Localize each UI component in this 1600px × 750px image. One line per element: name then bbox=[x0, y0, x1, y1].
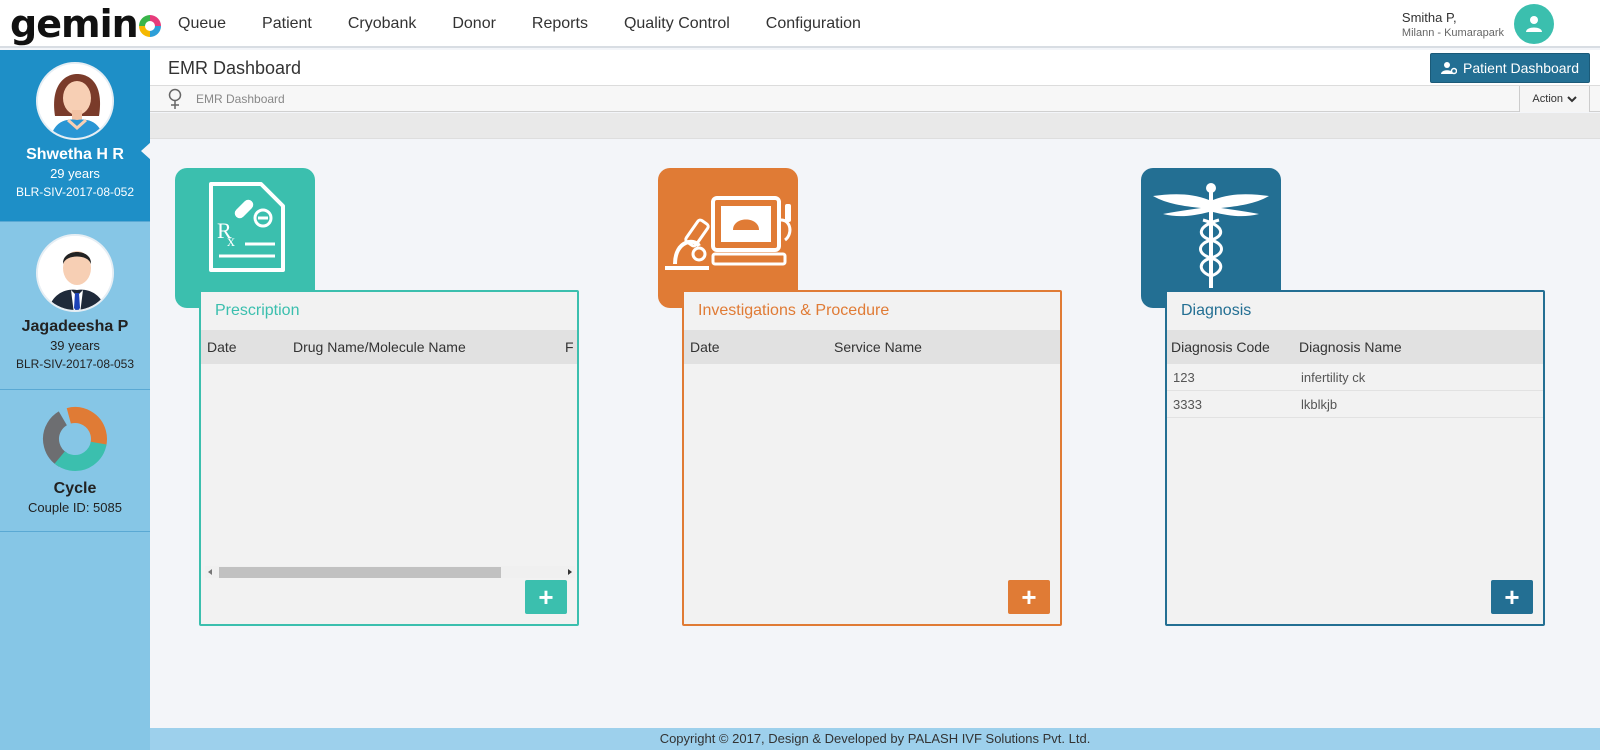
cycle-icon bbox=[43, 407, 107, 471]
prescription-panel: Prescription Date Drug Name/Molecule Nam… bbox=[199, 290, 579, 626]
male-patient-card[interactable]: Jagadeesha P 39 years BLR-SIV-2017-08-05… bbox=[0, 222, 150, 390]
diagnosis-name: lkblkjb bbox=[1301, 396, 1338, 412]
investigations-table-header: Date Service Name bbox=[684, 330, 1060, 364]
nav-configuration[interactable]: Configuration bbox=[766, 15, 861, 33]
breadcrumb: EMR Dashboard bbox=[196, 92, 285, 106]
investigations-tile[interactable] bbox=[658, 168, 798, 308]
cycle-card[interactable]: Cycle Couple ID: 5085 bbox=[0, 390, 150, 532]
diagnosis-code: 123 bbox=[1173, 369, 1195, 385]
male-avatar bbox=[36, 234, 114, 312]
breadcrumb-bar: EMR Dashboard Action bbox=[150, 86, 1600, 112]
column-service-name: Service Name bbox=[834, 339, 922, 355]
prescription-table-header: Date Drug Name/Molecule Name F bbox=[201, 330, 577, 364]
user-location: Milann - Kumarapark bbox=[1401, 27, 1504, 39]
scrollbar-thumb[interactable] bbox=[219, 567, 501, 578]
patient-sidebar: Shwetha H R 29 years BLR-SIV-2017-08-052… bbox=[0, 50, 151, 750]
nav-patient[interactable]: Patient bbox=[262, 15, 312, 33]
chevron-down-icon bbox=[1567, 96, 1577, 103]
male-avatar-icon bbox=[38, 236, 112, 310]
column-date: Date bbox=[207, 339, 237, 355]
page-title: EMR Dashboard bbox=[168, 58, 302, 78]
female-symbol-icon bbox=[168, 88, 182, 109]
diagnosis-title: Diagnosis bbox=[1167, 292, 1543, 330]
diagnosis-name: infertility ck bbox=[1301, 369, 1366, 385]
action-label: Action bbox=[1532, 93, 1563, 105]
scroll-right-icon[interactable] bbox=[568, 569, 572, 575]
add-investigation-button[interactable]: + bbox=[1008, 580, 1050, 614]
nav-cryobank[interactable]: Cryobank bbox=[348, 15, 416, 33]
caduceus-icon bbox=[1153, 183, 1269, 288]
user-icon bbox=[1526, 16, 1542, 32]
female-patient-id: BLR-SIV-2017-08-052 bbox=[15, 185, 135, 199]
gemino-logo[interactable]: gemin bbox=[10, 2, 161, 46]
user-avatar[interactable] bbox=[1514, 4, 1554, 44]
couple-id: Couple ID: 5085 bbox=[28, 500, 122, 515]
main-nav: Queue Patient Cryobank Donor Reports Qua… bbox=[160, 0, 879, 48]
user-name: Smitha P, bbox=[1401, 10, 1457, 25]
column-date: Date bbox=[690, 339, 720, 355]
patient-dashboard-button[interactable]: Patient Dashboard bbox=[1430, 53, 1590, 83]
diagnosis-code: 3333 bbox=[1173, 396, 1202, 412]
column-diagnosis-name: Diagnosis Name bbox=[1299, 339, 1402, 355]
action-dropdown[interactable]: Action bbox=[1519, 86, 1590, 112]
investigations-title: Investigations & Procedure bbox=[684, 292, 1060, 330]
column-diagnosis-code: Diagnosis Code bbox=[1171, 339, 1270, 355]
patient-settings-icon bbox=[1441, 62, 1458, 75]
male-patient-id: BLR-SIV-2017-08-053 bbox=[15, 357, 135, 371]
diagnosis-table-header: Diagnosis Code Diagnosis Name bbox=[1167, 330, 1543, 364]
investigations-icon bbox=[665, 196, 792, 270]
logo-mark-icon bbox=[138, 15, 161, 37]
cycle-label: Cycle bbox=[53, 480, 97, 497]
toolbar-strip bbox=[150, 113, 1600, 139]
scroll-left-icon[interactable] bbox=[208, 569, 212, 575]
top-navbar: gemin Queue Patient Cryobank Donor Repor… bbox=[0, 0, 1600, 48]
patient-dashboard-label: Patient Dashboard bbox=[1463, 60, 1579, 76]
table-row[interactable]: 3333 lkblkjb bbox=[1167, 391, 1543, 418]
investigations-panel: Investigations & Procedure Date Service … bbox=[682, 290, 1062, 626]
nav-quality-control[interactable]: Quality Control bbox=[624, 15, 730, 33]
diagnosis-tile[interactable] bbox=[1141, 168, 1281, 308]
footer: Copyright © 2017, Design & Developed by … bbox=[150, 728, 1600, 750]
user-info[interactable]: Smitha P, Milann - Kumarapark bbox=[1402, 10, 1504, 39]
prescription-icon: R x bbox=[209, 182, 285, 272]
page-header: EMR Dashboard Patient Dashboard bbox=[150, 50, 1600, 86]
table-row[interactable]: 123 infertility ck bbox=[1167, 364, 1543, 391]
female-avatar bbox=[36, 62, 114, 140]
female-patient-card[interactable]: Shwetha H R 29 years BLR-SIV-2017-08-052 bbox=[0, 50, 151, 222]
column-truncated: F bbox=[565, 339, 574, 355]
male-patient-age: 39 years bbox=[50, 338, 100, 353]
add-prescription-button[interactable]: + bbox=[525, 580, 567, 614]
horizontal-scrollbar[interactable] bbox=[205, 566, 575, 578]
svg-text:x: x bbox=[227, 233, 235, 250]
female-patient-age: 29 years bbox=[50, 166, 100, 181]
diagnosis-panel: Diagnosis Diagnosis Code Diagnosis Name … bbox=[1165, 290, 1545, 626]
female-patient-name: Shwetha H R bbox=[26, 146, 124, 163]
female-avatar-icon bbox=[38, 64, 112, 138]
column-drug-name: Drug Name/Molecule Name bbox=[293, 339, 466, 355]
nav-queue[interactable]: Queue bbox=[178, 15, 226, 33]
add-diagnosis-button[interactable]: + bbox=[1491, 580, 1533, 614]
male-patient-name: Jagadeesha P bbox=[21, 318, 129, 335]
nav-donor[interactable]: Donor bbox=[452, 15, 496, 33]
prescription-tile[interactable]: R x bbox=[175, 168, 315, 308]
nav-reports[interactable]: Reports bbox=[532, 15, 588, 33]
prescription-title: Prescription bbox=[201, 292, 577, 330]
